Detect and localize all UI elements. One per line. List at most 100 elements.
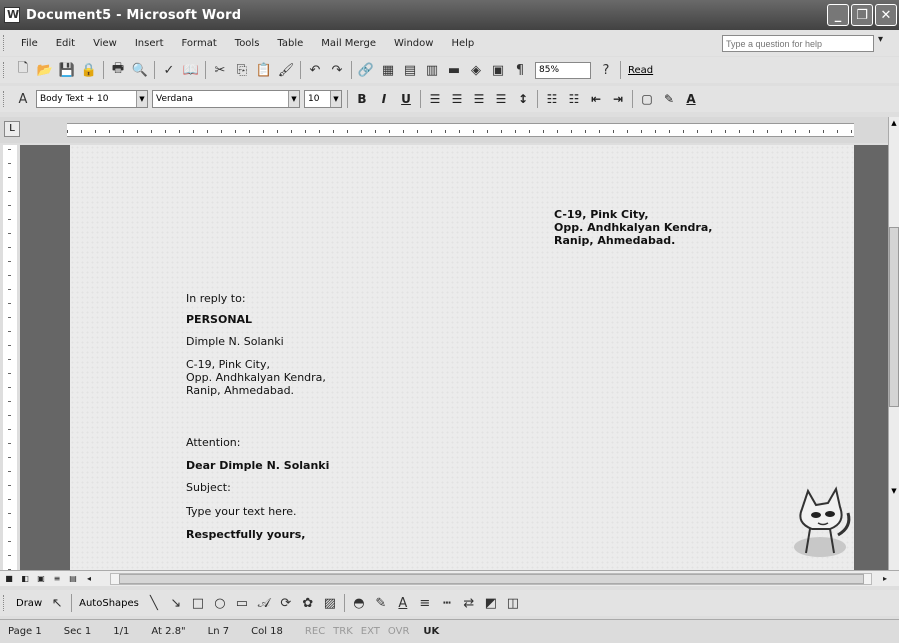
- autoshapes-button[interactable]: AutoShapes: [79, 598, 139, 609]
- line-style-icon[interactable]: ≡: [416, 594, 434, 612]
- picture-icon[interactable]: ▨: [321, 594, 339, 612]
- highlight-icon[interactable]: ✎: [660, 90, 678, 108]
- help-icon[interactable]: ?: [597, 61, 615, 79]
- wordart-icon[interactable]: 𝒜: [255, 594, 273, 612]
- toolbar-grip[interactable]: [3, 595, 6, 611]
- toolbar-grip[interactable]: [3, 62, 6, 78]
- hyperlink-icon[interactable]: 🔗: [357, 61, 375, 79]
- drawing-icon[interactable]: ◈: [467, 61, 485, 79]
- normal-view-icon[interactable]: ■: [3, 573, 15, 585]
- menu-tools[interactable]: Tools: [226, 38, 269, 49]
- reading-layout-icon[interactable]: ▤: [67, 573, 79, 585]
- bold-icon[interactable]: B: [353, 90, 371, 108]
- paste-icon[interactable]: 📋: [255, 61, 273, 79]
- minimize-button[interactable]: _: [827, 4, 849, 26]
- save-icon[interactable]: 💾: [58, 61, 76, 79]
- menu-insert[interactable]: Insert: [126, 38, 173, 49]
- status-ext[interactable]: EXT: [361, 626, 380, 637]
- print-icon[interactable]: 🖶: [109, 61, 127, 79]
- menu-mail-merge[interactable]: Mail Merge: [312, 38, 385, 49]
- align-right-icon[interactable]: ☰: [470, 90, 488, 108]
- shadow-icon[interactable]: ◩: [482, 594, 500, 612]
- zoom-select[interactable]: 85%: [535, 61, 591, 79]
- select-objects-icon[interactable]: ↖: [48, 594, 66, 612]
- horizontal-scrollbar[interactable]: [110, 573, 872, 585]
- tab-selector-icon[interactable]: L: [4, 121, 20, 137]
- web-layout-icon[interactable]: ◧: [19, 573, 31, 585]
- menu-edit[interactable]: Edit: [47, 38, 84, 49]
- menu-window[interactable]: Window: [385, 38, 442, 49]
- restore-button[interactable]: ❐: [851, 4, 873, 26]
- document-page[interactable]: C-19, Pink City, Opp. Andhkalyan Kendra,…: [70, 145, 854, 570]
- insert-excel-icon[interactable]: ▥: [423, 61, 441, 79]
- increase-indent-icon[interactable]: ⇥: [609, 90, 627, 108]
- outline-view-icon[interactable]: ≡: [51, 573, 63, 585]
- spelling-icon[interactable]: ✓: [160, 61, 178, 79]
- oval-icon[interactable]: ○: [211, 594, 229, 612]
- new-document-icon[interactable]: 🗋: [14, 61, 32, 79]
- rectangle-icon[interactable]: □: [189, 594, 207, 612]
- open-folder-icon[interactable]: 📂: [36, 61, 54, 79]
- bullets-icon[interactable]: ☷: [565, 90, 583, 108]
- 3d-icon[interactable]: ◫: [504, 594, 522, 612]
- menu-format[interactable]: Format: [173, 38, 226, 49]
- print-preview-icon[interactable]: 🔍: [131, 61, 149, 79]
- help-dropdown-icon[interactable]: ▾: [878, 34, 883, 45]
- arrow-style-icon[interactable]: ⇄: [460, 594, 478, 612]
- word-app-icon[interactable]: [4, 7, 20, 23]
- font-select[interactable]: Verdana ▼: [152, 90, 300, 108]
- help-question-input[interactable]: [722, 35, 874, 52]
- scroll-down-icon[interactable]: ▼: [889, 487, 899, 499]
- redo-icon[interactable]: ↷: [328, 61, 346, 79]
- line-color-icon[interactable]: ✎: [372, 594, 390, 612]
- status-trk[interactable]: TRK: [333, 626, 353, 637]
- toolbar-grip[interactable]: [3, 91, 6, 107]
- font-color-icon[interactable]: A: [394, 594, 412, 612]
- read-button[interactable]: Read: [628, 65, 653, 76]
- copy-icon[interactable]: ⎘: [233, 61, 251, 79]
- research-icon[interactable]: 📖: [182, 61, 200, 79]
- horizontal-ruler[interactable]: [67, 123, 854, 137]
- scroll-left-icon[interactable]: ◂: [83, 573, 95, 585]
- arrow-icon[interactable]: ↘: [167, 594, 185, 612]
- status-rec[interactable]: REC: [305, 626, 325, 637]
- show-hide-icon[interactable]: ¶: [511, 61, 529, 79]
- align-left-icon[interactable]: ☰: [426, 90, 444, 108]
- align-center-icon[interactable]: ☰: [448, 90, 466, 108]
- decrease-indent-icon[interactable]: ⇤: [587, 90, 605, 108]
- line-spacing-icon[interactable]: ↕: [514, 90, 532, 108]
- menu-view[interactable]: View: [84, 38, 126, 49]
- office-assistant-cat-icon[interactable]: [786, 457, 854, 565]
- menu-table[interactable]: Table: [268, 38, 312, 49]
- toolbar-grip[interactable]: [3, 35, 6, 51]
- tables-borders-icon[interactable]: ▦: [379, 61, 397, 79]
- columns-icon[interactable]: ▬: [445, 61, 463, 79]
- diagram-icon[interactable]: ⟳: [277, 594, 295, 612]
- document-map-icon[interactable]: ▣: [489, 61, 507, 79]
- scroll-up-icon[interactable]: ▲: [889, 119, 899, 131]
- clipart-icon[interactable]: ✿: [299, 594, 317, 612]
- fill-color-icon[interactable]: ◓: [350, 594, 368, 612]
- numbering-icon[interactable]: ☷: [543, 90, 561, 108]
- print-layout-icon[interactable]: ▣: [35, 573, 47, 585]
- permission-icon[interactable]: 🔒: [80, 61, 98, 79]
- line-icon[interactable]: ╲: [145, 594, 163, 612]
- italic-icon[interactable]: I: [375, 90, 393, 108]
- dash-style-icon[interactable]: ┅: [438, 594, 456, 612]
- insert-table-icon[interactable]: ▤: [401, 61, 419, 79]
- text-box-icon[interactable]: ▭: [233, 594, 251, 612]
- style-select[interactable]: Body Text + 10 ▼: [36, 90, 148, 108]
- undo-icon[interactable]: ↶: [306, 61, 324, 79]
- chevron-down-icon[interactable]: ▼: [288, 91, 299, 107]
- status-language[interactable]: UK: [423, 626, 439, 637]
- chevron-down-icon[interactable]: ▼: [330, 91, 341, 107]
- styles-formatting-icon[interactable]: A: [14, 90, 32, 108]
- status-ovr[interactable]: OVR: [388, 626, 409, 637]
- scroll-thumb[interactable]: [889, 227, 899, 407]
- menu-help[interactable]: Help: [442, 38, 483, 49]
- draw-menu-button[interactable]: Draw: [16, 598, 42, 609]
- vertical-scrollbar[interactable]: ▲ ▼: [888, 117, 899, 570]
- menu-file[interactable]: File: [12, 38, 47, 49]
- format-painter-icon[interactable]: 🖌: [277, 61, 295, 79]
- borders-icon[interactable]: ▢: [638, 90, 656, 108]
